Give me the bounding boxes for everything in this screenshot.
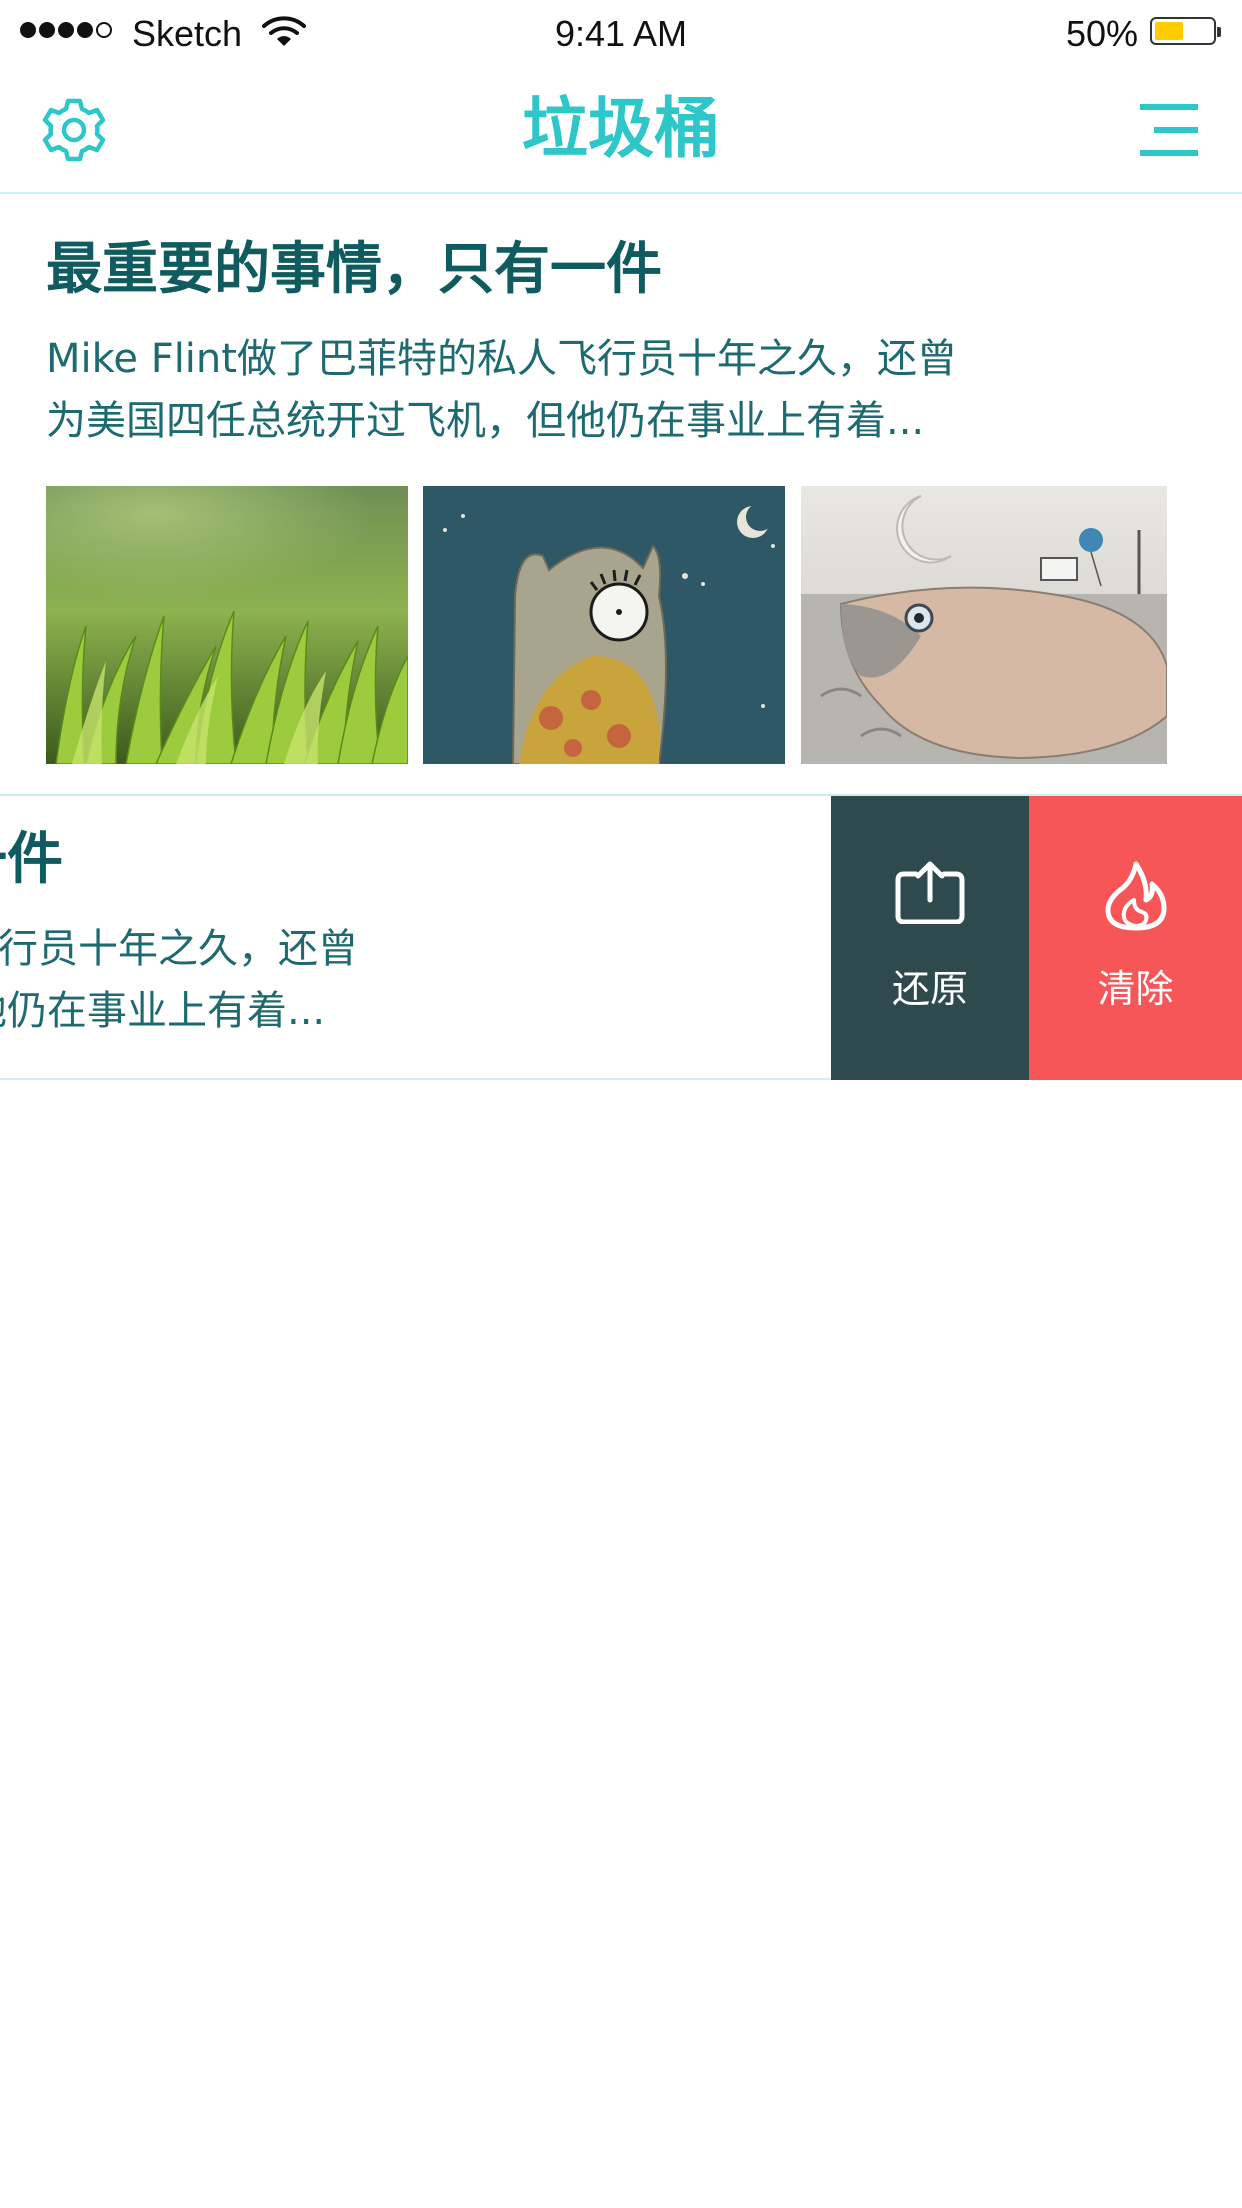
clear-button[interactable]: 清除 [1029,796,1242,1080]
battery-icon [1150,17,1221,45]
article-title: 最重要的事情，只有一件 [0,827,63,892]
article-summary-line: 为美国四任总统开过飞机，但他仍在事业上有着... [0,988,326,1034]
article-summary: Mike Flint做了巴菲特的私人飞行员十年之久，还曾 为美国四任总统开过飞机… [46,328,1086,452]
battery-percentage: 50% [1065,13,1138,54]
article-summary-line: Mike Flint做了巴菲特的私人飞行员十年之久，还曾 [46,336,957,382]
menu-button[interactable] [1136,98,1200,162]
swiped-item-content[interactable]: 最重要的事情，只有一件 Mike Flint做了巴菲特的私人飞行员十年之久，还曾… [0,796,643,1080]
clear-label: 清除 [1097,967,1174,1011]
navigation-bar: 垃圾桶 [0,66,1242,194]
share-up-icon [894,860,966,928]
article-summary: Mike Flint做了巴菲特的私人飞行员十年之久，还曾 为美国四任总统开过飞机… [0,918,487,1042]
article-summary-line: 为美国四任总统开过飞机，但他仍在事业上有着... [46,398,925,444]
article-title: 最重要的事情，只有一件 [46,237,662,302]
restore-button[interactable]: 还原 [831,796,1029,1080]
article-summary-line: Mike Flint做了巴菲特的私人飞行员十年之久，还曾 [0,926,358,972]
list-item-swiped[interactable]: 最重要的事情，只有一件 Mike Flint做了巴菲特的私人飞行员十年之久，还曾… [0,796,1242,1080]
flame-icon [1102,860,1170,936]
menu-icon [1140,104,1198,156]
thumbnail-owl[interactable] [423,486,785,764]
thumbnail-fish[interactable] [801,486,1167,764]
restore-label: 还原 [891,967,968,1011]
clock: 9:41 AM [554,13,688,54]
thumbnail-grass[interactable] [46,486,408,764]
status-bar: Sketch 9:41 AM 50% [0,0,1242,66]
page-title: 垃圾桶 [522,90,720,167]
list-item[interactable]: 最重要的事情，只有一件 Mike Flint做了巴菲特的私人飞行员十年之久，还曾… [0,196,1242,794]
list-divider [0,1078,831,1080]
